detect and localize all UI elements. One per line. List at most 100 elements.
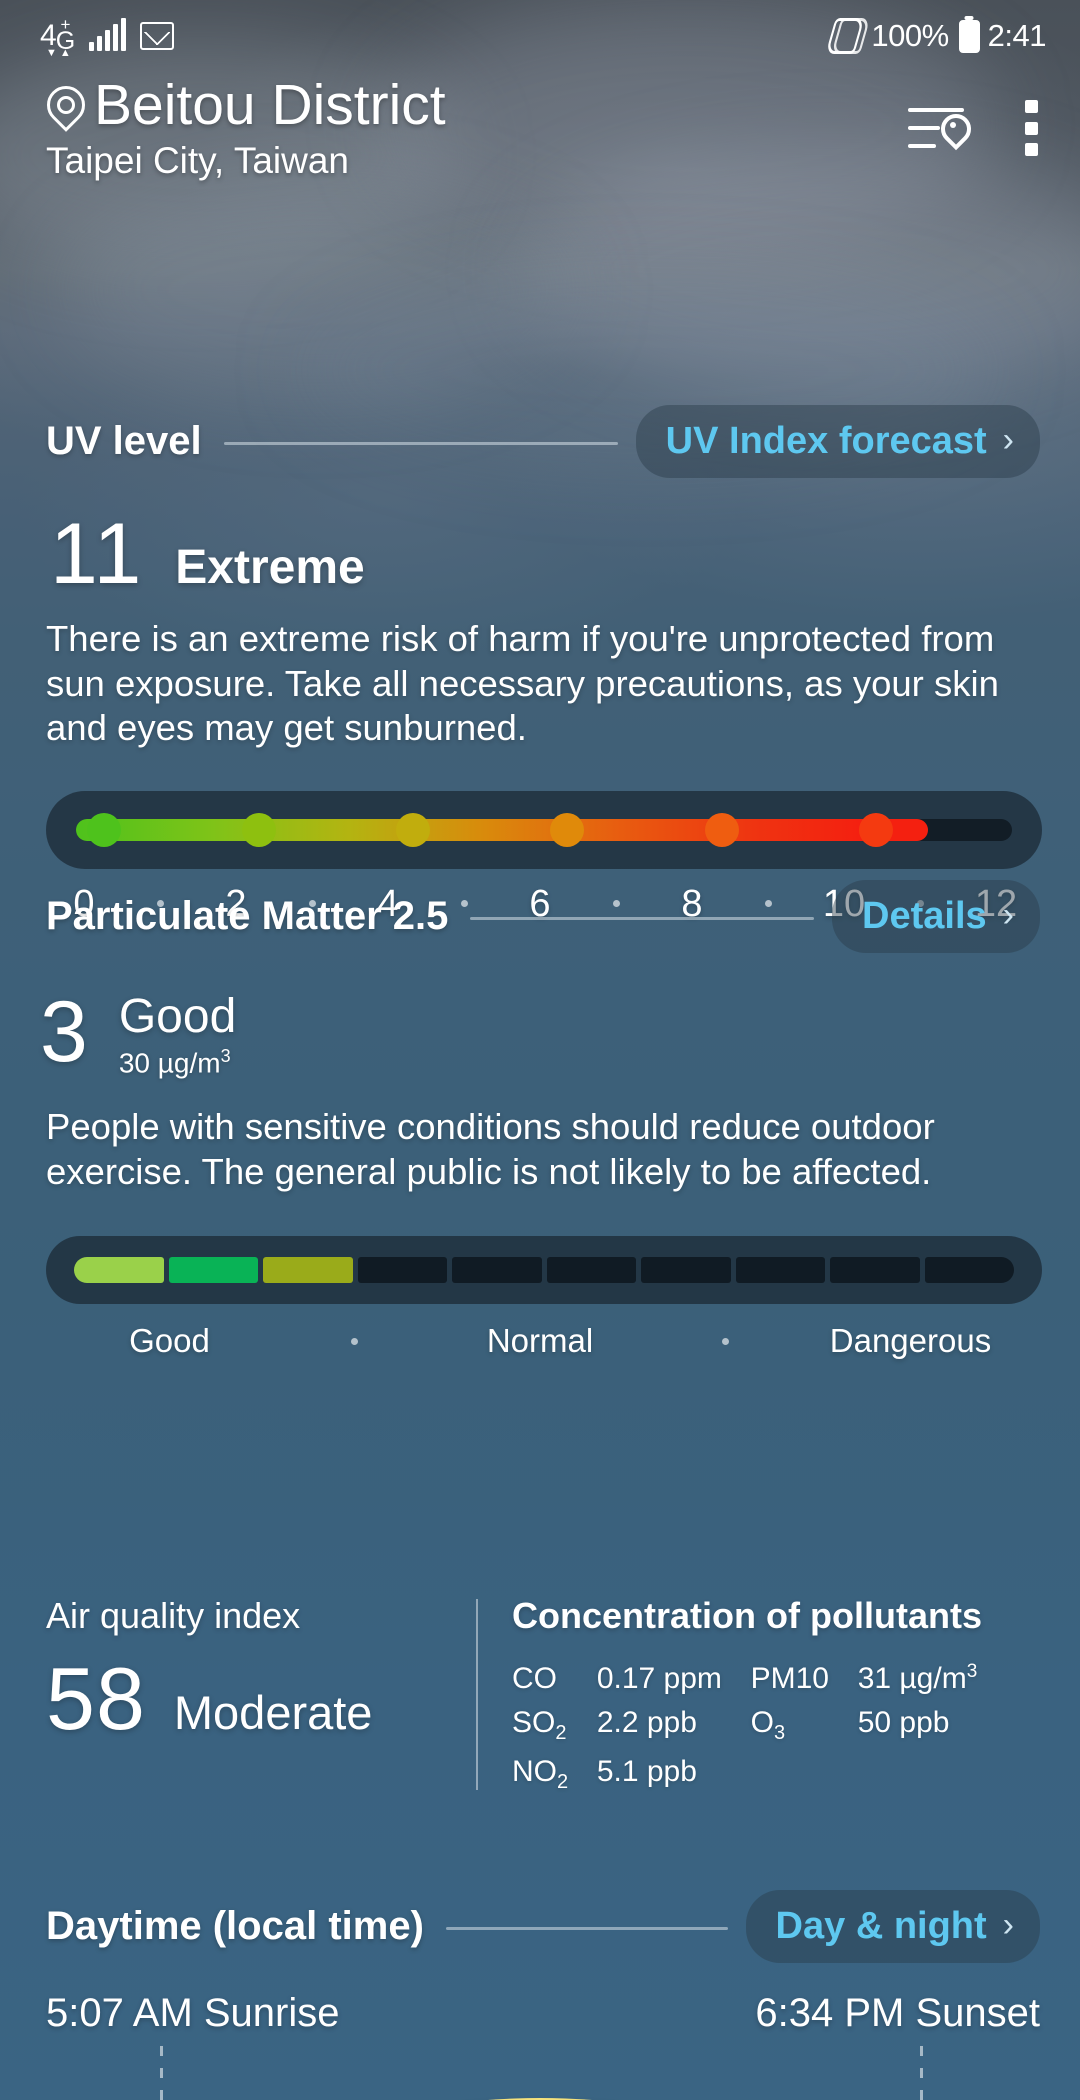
location-name: Beitou District [94, 73, 446, 137]
battery-percent-label: 100% [871, 18, 949, 53]
uv-index-value: 11 [50, 506, 144, 602]
uv-scale-dot [704, 812, 739, 847]
pollutant-name: CO [512, 1662, 557, 1695]
uv-forecast-button[interactable]: UV Index forecast › [635, 405, 1040, 478]
pm25-concentration-number: 30 µg/m [118, 1047, 221, 1079]
pm25-scale-label: Good [129, 1322, 210, 1360]
uv-scale-dot [395, 812, 430, 847]
status-bar-left: 4 + G ▼ ▲ [40, 11, 175, 61]
pm25-scale-separator-dot [664, 1332, 788, 1350]
pm25-value-detail: Good 30 µg/m3 [118, 990, 237, 1079]
day-and-night-button[interactable]: Day & night › [745, 1890, 1040, 1963]
uv-scale-dot [859, 812, 894, 847]
pm25-scale-label: Normal [486, 1322, 594, 1360]
uv-scale-fill [76, 818, 928, 841]
uv-value-row: 11 Extreme [0, 506, 1080, 602]
pollutant-value: 5.1 ppb [596, 1755, 697, 1788]
sun-times-row: 5:07 AM Sunrise 6:34 PM Sunset [0, 1991, 1080, 2036]
4g-plus-icon: 4 + G ▼ ▲ [40, 14, 76, 59]
air-quality-index-value: 58 [46, 1649, 146, 1748]
pm25-scale-labels: Good Normal Dangerous [0, 1322, 1080, 1360]
uv-scale-bar [46, 790, 1042, 869]
pm25-section: Particulate Matter 2.5 Details › 3 Good … [0, 880, 1080, 1360]
sun-path-graphic [0, 2046, 1080, 2100]
chevron-right-icon: › [1002, 1906, 1014, 1944]
pm25-details-button[interactable]: Details › [832, 880, 1040, 953]
chevron-right-icon: › [1002, 421, 1014, 459]
pm25-segment-filled [263, 1257, 353, 1284]
header-actions [908, 100, 1040, 156]
location-pin-icon [44, 84, 82, 132]
air-quality-index-block: Air quality index 58 Moderate [46, 1595, 476, 1794]
air-quality-index-level: Moderate [173, 1686, 373, 1739]
locations-list-icon[interactable] [908, 102, 966, 154]
screenshot-icon [140, 22, 175, 50]
uv-description: There is an extreme risk of harm if you'… [46, 618, 999, 749]
pm25-segment-filled [74, 1257, 164, 1284]
uv-section-header: UV level UV Index forecast › [0, 405, 1080, 478]
daytime-divider-rule [445, 1927, 728, 1930]
daytime-section-header: Daytime (local time) Day & night › [0, 1890, 1080, 1963]
location-header: Beitou District Taipei City, Taiwan [0, 73, 1080, 182]
air-quality-section: Air quality index 58 Moderate Concentrat… [0, 1595, 1080, 1794]
pollutant-name: O3 [750, 1706, 786, 1744]
cloud-decoration [60, 180, 580, 400]
more-options-icon[interactable] [1022, 100, 1040, 156]
pollutants-title: Concentration of pollutants [512, 1595, 982, 1636]
pm25-description: People with sensitive conditions should … [46, 1106, 935, 1192]
location-info[interactable]: Beitou District Taipei City, Taiwan [44, 73, 446, 182]
vpn-icon [825, 18, 871, 54]
uv-forecast-label: UV Index forecast [665, 420, 987, 462]
pm25-title: Particulate Matter 2.5 [46, 894, 449, 938]
status-bar-right: 100% 2:41 [825, 18, 1047, 54]
pm25-segment-empty [830, 1257, 920, 1284]
sunrise-marker-line [160, 2046, 163, 2100]
pollutant-value: 50 ppb [857, 1706, 950, 1739]
status-bar: 4 + G ▼ ▲ 100% 2:41 [0, 0, 1080, 72]
pollutant-name: SO2 [512, 1706, 567, 1744]
pm25-segment-empty [452, 1257, 542, 1284]
pm25-unit-exponent: 3 [220, 1045, 231, 1066]
air-quality-index-row: 58 Moderate [46, 1649, 476, 1748]
daytime-title: Daytime (local time) [46, 1904, 424, 1948]
sunset-label: 6:34 PM Sunset [755, 1991, 1040, 2035]
battery-icon [958, 19, 980, 53]
pollutant-name: NO2 [512, 1755, 569, 1793]
pm25-segment-empty [357, 1257, 447, 1284]
air-quality-grid: Air quality index 58 Moderate Concentrat… [0, 1595, 1080, 1794]
uv-level-label: Extreme [175, 541, 365, 594]
pm25-segment-filled [168, 1257, 258, 1284]
uv-scale-dot [241, 812, 276, 847]
pollutant-value: 31 µg/m3 [857, 1661, 978, 1695]
pollutant-value: 2.2 ppb [596, 1706, 697, 1739]
uv-scale-dot [550, 812, 585, 847]
day-and-night-label: Day & night [775, 1905, 987, 1947]
pm25-segment-empty [735, 1257, 825, 1284]
pm25-scale-bar [46, 1236, 1042, 1305]
vertical-divider [476, 1599, 478, 1790]
uv-divider-rule [223, 442, 618, 445]
pollutants-table: CO 0.17 ppm PM10 31 µg/m3 SO2 2.2 ppb O3 50 ppb… [512, 1661, 982, 1794]
uv-title: UV level [46, 419, 202, 463]
pm25-level-label: Good [118, 990, 237, 1043]
clock-label: 2:41 [987, 18, 1047, 53]
pollutant-value: 0.17 ppm [596, 1662, 722, 1695]
sunset-marker-line [920, 2046, 923, 2100]
sunrise-label: 5:07 AM Sunrise [46, 1991, 340, 2035]
pm25-value-row: 3 Good 30 µg/m3 [0, 989, 1080, 1079]
signal-bars-icon [89, 18, 127, 51]
uv-scale-dot [87, 812, 122, 847]
pm25-concentration: 30 µg/m3 [119, 1046, 236, 1079]
weather-app-screen: 4 + G ▼ ▲ 100% 2:41 Beitou District Taipei… [0, 0, 1080, 2100]
pollutant-name: PM10 [750, 1662, 829, 1695]
daytime-section: Daytime (local time) Day & night › 5:07 … [0, 1890, 1080, 2100]
pm25-divider-rule [470, 917, 815, 920]
location-subtitle: Taipei City, Taiwan [46, 139, 349, 181]
uv-section: UV level UV Index forecast › 11 Extreme … [0, 405, 1080, 926]
uv-scale-track [76, 812, 1012, 847]
pm25-section-header: Particulate Matter 2.5 Details › [0, 880, 1080, 953]
pm25-details-label: Details [862, 895, 987, 937]
pm25-segment-empty [546, 1257, 636, 1284]
pm25-segment-empty [924, 1257, 1014, 1284]
chevron-right-icon: › [1002, 896, 1014, 934]
